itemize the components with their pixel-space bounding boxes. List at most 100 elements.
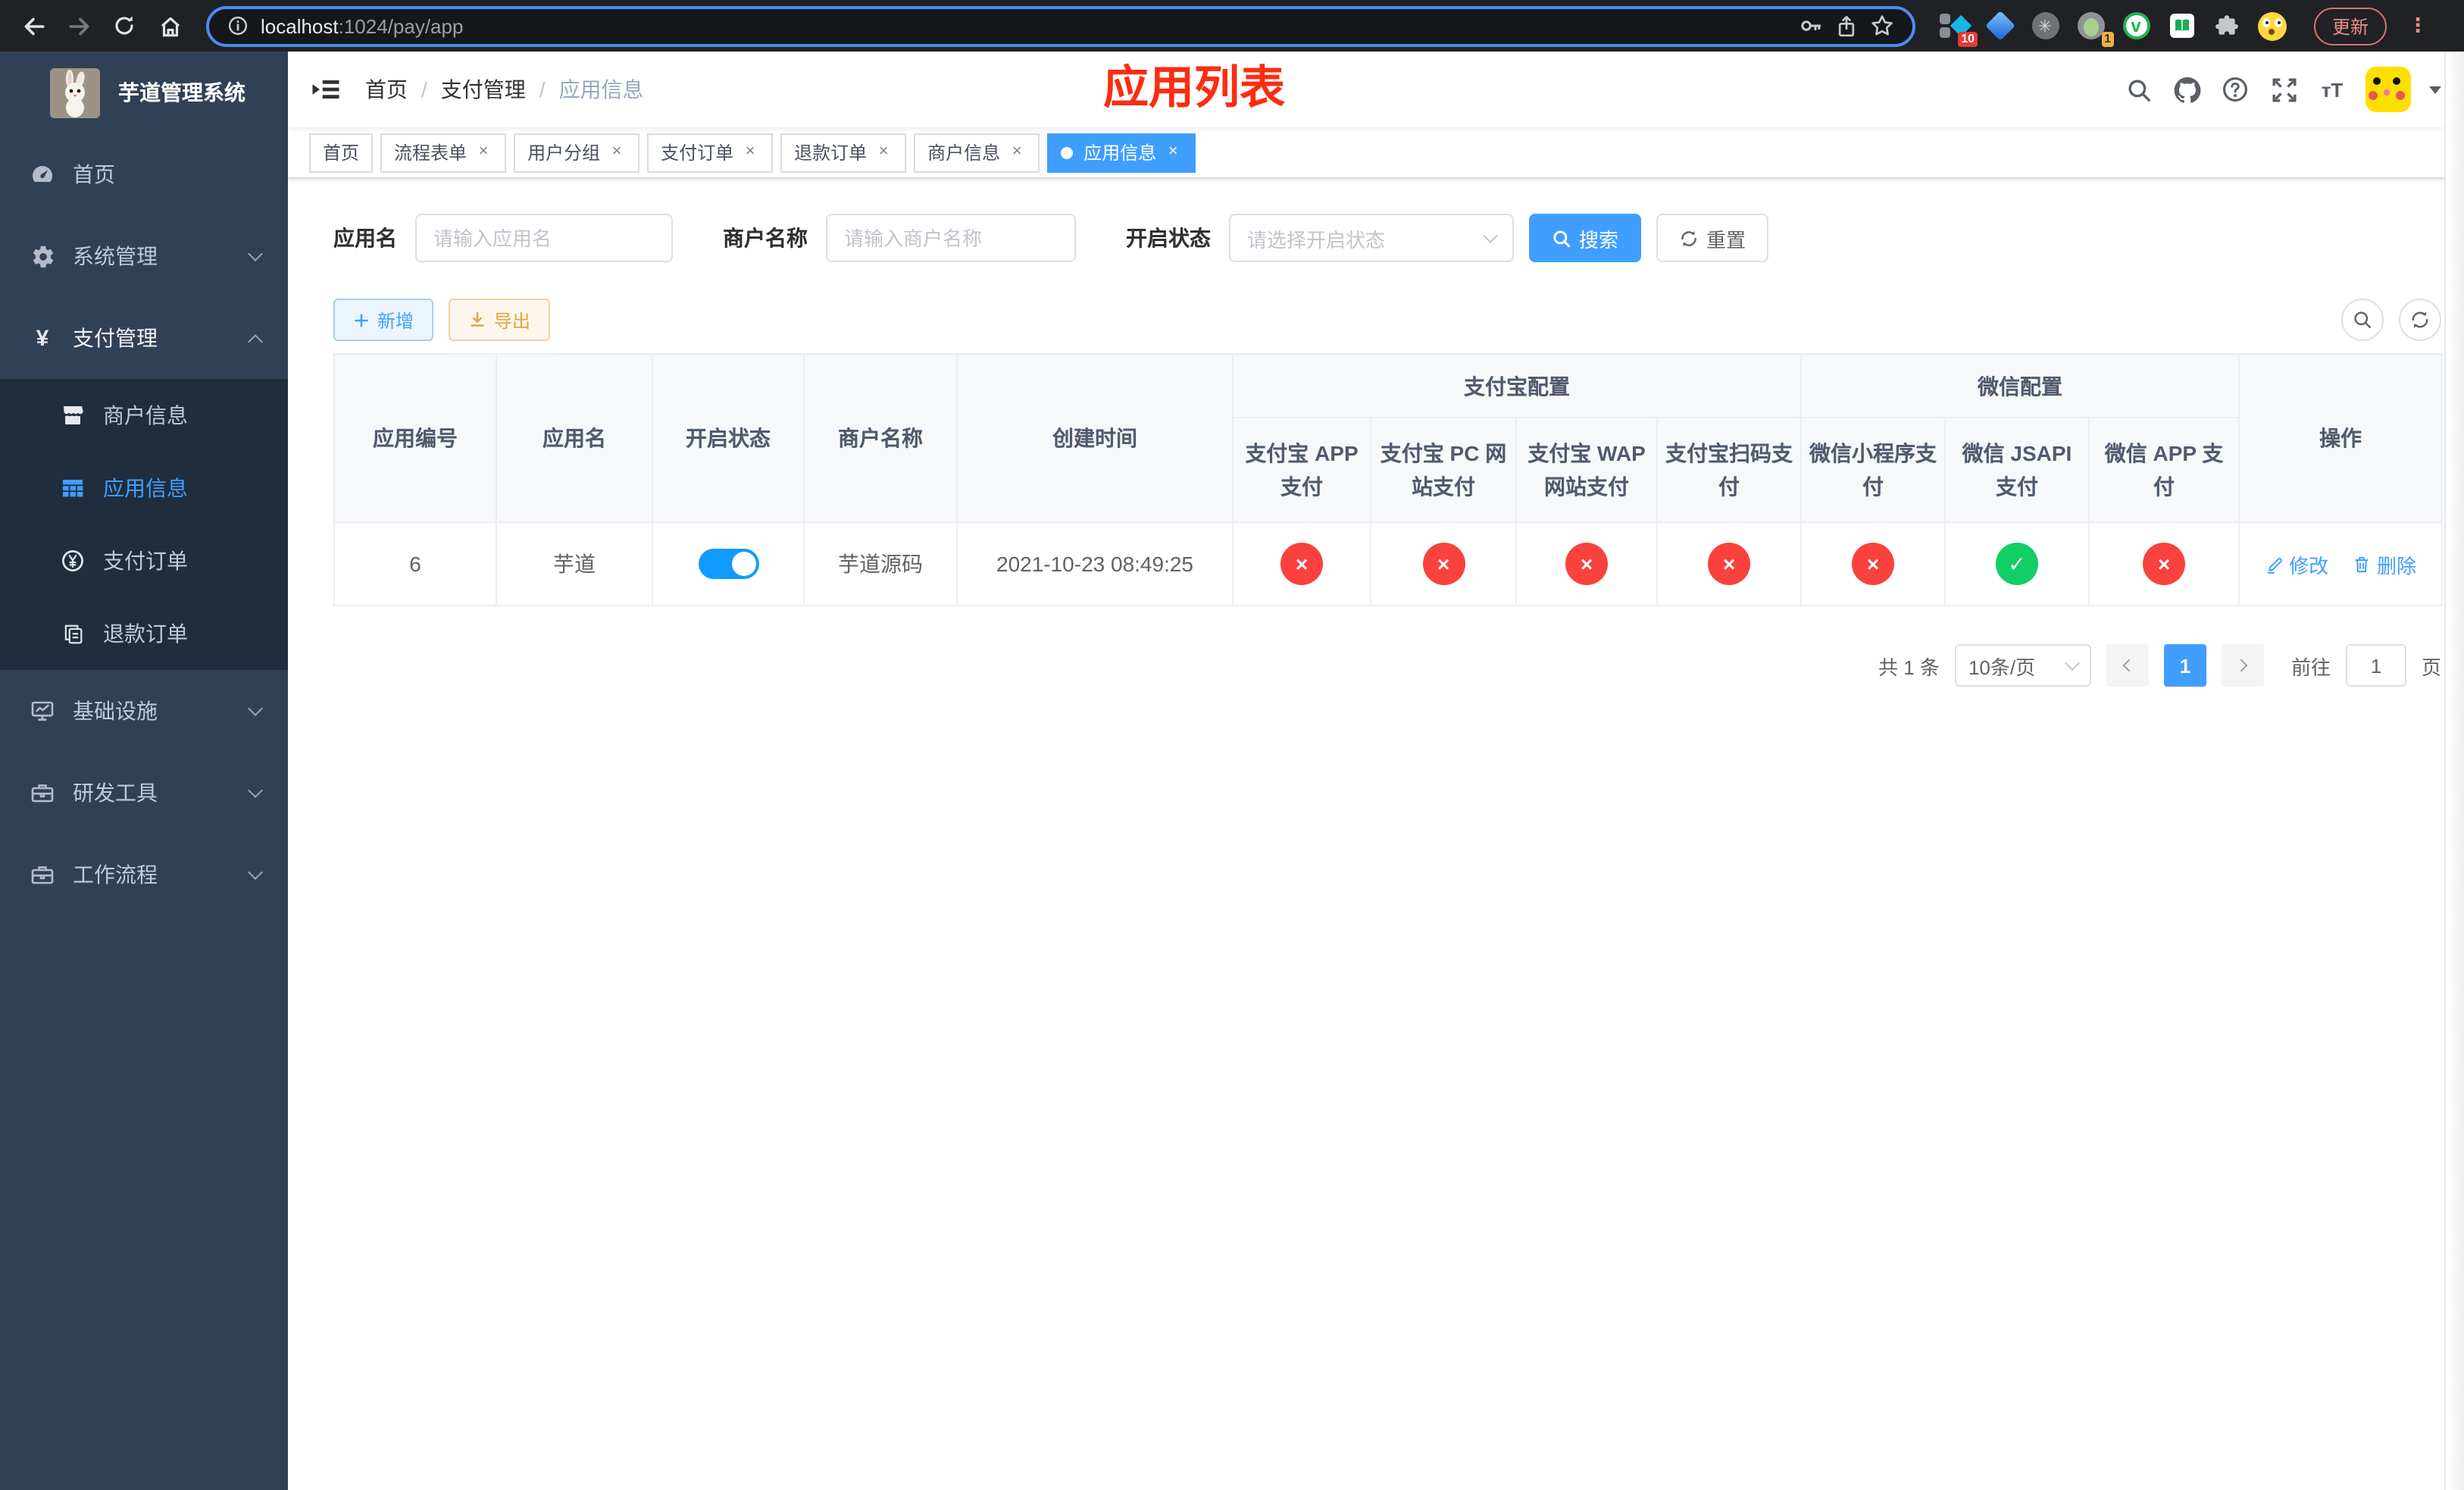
sidebar-item-workflow[interactable]: 工作流程 <box>0 834 288 916</box>
sidebar-item-label: 基础设施 <box>73 699 158 723</box>
extension-devtools-icon[interactable]: 10 <box>1940 11 1978 46</box>
col-alipay-app: 支付宝 APP 支付 <box>1232 417 1371 523</box>
sidebar-item-payment[interactable]: ¥ 支付管理 <box>0 297 288 379</box>
delete-link[interactable]: 删除 <box>2353 549 2416 578</box>
export-button[interactable]: 导出 <box>449 299 551 341</box>
tag-pay-orders[interactable]: 支付订单 × <box>647 133 774 172</box>
sidebar-item-label: 首页 <box>73 162 115 186</box>
enable-switch[interactable] <box>698 549 758 579</box>
toggle-search-button[interactable] <box>2341 299 2384 341</box>
page-content: 应用名 商户名称 开启状态 请选择开启状态 搜索 <box>288 179 2464 1490</box>
extension-knot-icon[interactable]: ✳ <box>2031 11 2059 40</box>
app-table: 应用编号 应用名 开启状态 商户名称 创建时间 支付宝配置 微信配置 操作 支付… <box>333 353 2444 606</box>
extensions-puzzle-icon[interactable] <box>2212 11 2241 40</box>
sidebar-item-label: 退款订单 <box>103 621 188 646</box>
col-app-id: 应用编号 <box>333 353 497 523</box>
edit-link[interactable]: 修改 <box>2265 549 2328 578</box>
sidebar-item-app-info[interactable]: 应用信息 <box>0 452 288 524</box>
browser-home-button[interactable] <box>152 8 188 44</box>
sidebar-item-system[interactable]: 系统管理 <box>0 215 288 297</box>
sidebar-item-label: 系统管理 <box>73 244 158 268</box>
table-toolbar: 新增 导出 <box>333 299 2441 341</box>
chevron-down-icon <box>2065 656 2080 671</box>
sidebar-item-infrastructure[interactable]: 基础设施 <box>0 670 288 752</box>
app: 芋道管理系统 首页 系统管理 ¥ 支付管理 商户信息 应用信息 支付订单 退款订… <box>0 52 2464 1490</box>
grid-table-icon <box>61 476 85 500</box>
extension-avatar-icon[interactable]: 1 <box>2076 11 2114 46</box>
close-icon[interactable]: × <box>741 142 759 161</box>
page-size-select[interactable]: 10条/页 <box>1954 644 2091 687</box>
close-icon[interactable]: × <box>1008 142 1026 161</box>
fullscreen-icon[interactable] <box>2269 74 2299 105</box>
cell-created-at: 2021-10-23 08:49:25 <box>956 521 1234 606</box>
share-icon[interactable] <box>1835 14 1858 37</box>
close-icon[interactable]: × <box>1164 142 1182 161</box>
sidebar-item-label: 商户信息 <box>103 403 188 427</box>
tag-home[interactable]: 首页 <box>309 133 374 172</box>
download-icon <box>471 311 484 327</box>
browser-back-button[interactable] <box>15 8 52 44</box>
bookmark-star-icon[interactable] <box>1870 14 1894 38</box>
cell-app-name: 芋道 <box>496 521 653 606</box>
tag-merchant-info[interactable]: 商户信息 × <box>914 133 1040 172</box>
tag-user-group[interactable]: 用户分组 × <box>514 133 640 172</box>
document-copy-icon <box>61 621 85 646</box>
sidebar-item-merchant-info[interactable]: 商户信息 <box>0 379 288 452</box>
close-icon[interactable]: × <box>608 142 626 161</box>
sidebar-item-label: 支付订单 <box>103 549 188 573</box>
tag-app-info[interactable]: 应用信息 × <box>1047 133 1196 172</box>
app-name-input[interactable] <box>415 214 673 262</box>
search-button[interactable]: 搜索 <box>1529 214 1642 262</box>
breadcrumb-payment[interactable]: 支付管理 <box>441 74 526 105</box>
extension-dictionary-icon[interactable] <box>2167 11 2196 40</box>
main-area: 首页 / 支付管理 / 应用信息 应用列表 тT 首页 流程表单 × 用户分组 … <box>288 52 2464 1490</box>
tag-process-form[interactable]: 流程表单 × <box>380 133 507 172</box>
sidebar-item-refund-orders[interactable]: 退款订单 <box>0 597 288 670</box>
status-select[interactable]: 请选择开启状态 <box>1229 214 1514 262</box>
url-path: :1024/pay/app <box>338 15 464 38</box>
goto-page-input[interactable] <box>2345 644 2406 687</box>
font-size-icon[interactable]: тT <box>2317 74 2347 105</box>
next-page-button[interactable] <box>2221 644 2264 687</box>
help-icon[interactable] <box>2220 74 2250 105</box>
extension-v-icon[interactable]: v <box>2122 11 2150 40</box>
page-annotation: 应用列表 <box>1103 64 1285 114</box>
wechat-jsapi-status-icon: ✓ <box>1996 543 2038 585</box>
user-avatar[interactable] <box>2366 67 2411 112</box>
sidebar-collapse-icon[interactable] <box>311 74 341 105</box>
wechat-app-status-icon: × <box>2143 543 2186 585</box>
url-bar[interactable]: localhost:1024/pay/app <box>206 5 1915 46</box>
password-key-icon[interactable] <box>1799 14 1823 38</box>
breadcrumb: 首页 / 支付管理 / 应用信息 <box>365 74 644 105</box>
search-icon[interactable] <box>2123 74 2153 105</box>
close-icon[interactable]: × <box>874 142 893 161</box>
github-icon[interactable] <box>2172 74 2202 105</box>
close-icon[interactable]: × <box>474 142 492 161</box>
add-button[interactable]: 新增 <box>333 299 434 341</box>
extension-emoji-icon[interactable] <box>2258 11 2287 40</box>
chevron-down-icon <box>248 701 263 716</box>
extension-badge: 10 <box>1958 31 1978 46</box>
refresh-table-button[interactable] <box>2399 299 2441 341</box>
user-menu-caret-icon[interactable] <box>2429 86 2441 93</box>
breadcrumb-home[interactable]: 首页 <box>365 74 408 105</box>
tags-view-bar: 首页 流程表单 × 用户分组 × 支付订单 × 退款订单 × 商户信息 × 应用信息 × <box>288 127 2464 179</box>
browser-update-button[interactable]: 更新 <box>2314 7 2387 45</box>
site-info-icon[interactable] <box>227 15 249 36</box>
sidebar-item-home[interactable]: 首页 <box>0 133 288 215</box>
tag-refund-orders[interactable]: 退款订单 × <box>780 133 907 172</box>
browser-menu-icon[interactable]: ⋮ <box>2408 14 2428 38</box>
scrollbar-track[interactable] <box>2444 52 2464 1490</box>
browser-reload-button[interactable] <box>106 8 142 44</box>
sidebar-logo[interactable]: 芋道管理系统 <box>0 52 288 133</box>
reset-button[interactable]: 重置 <box>1656 214 1769 262</box>
page-1-button[interactable]: 1 <box>2163 644 2206 687</box>
prev-page-button[interactable] <box>2106 644 2149 687</box>
filter-form: 应用名 商户名称 开启状态 请选择开启状态 搜索 <box>333 214 2464 262</box>
sidebar-item-dev-tools[interactable]: 研发工具 <box>0 752 288 834</box>
sidebar-item-pay-orders[interactable]: 支付订单 <box>0 524 288 597</box>
merchant-name-input[interactable] <box>826 214 1076 262</box>
extension-gem-icon[interactable] <box>1984 11 2015 41</box>
sidebar: 芋道管理系统 首页 系统管理 ¥ 支付管理 商户信息 应用信息 支付订单 退款订… <box>0 52 288 1490</box>
browser-forward-button[interactable] <box>61 8 97 44</box>
